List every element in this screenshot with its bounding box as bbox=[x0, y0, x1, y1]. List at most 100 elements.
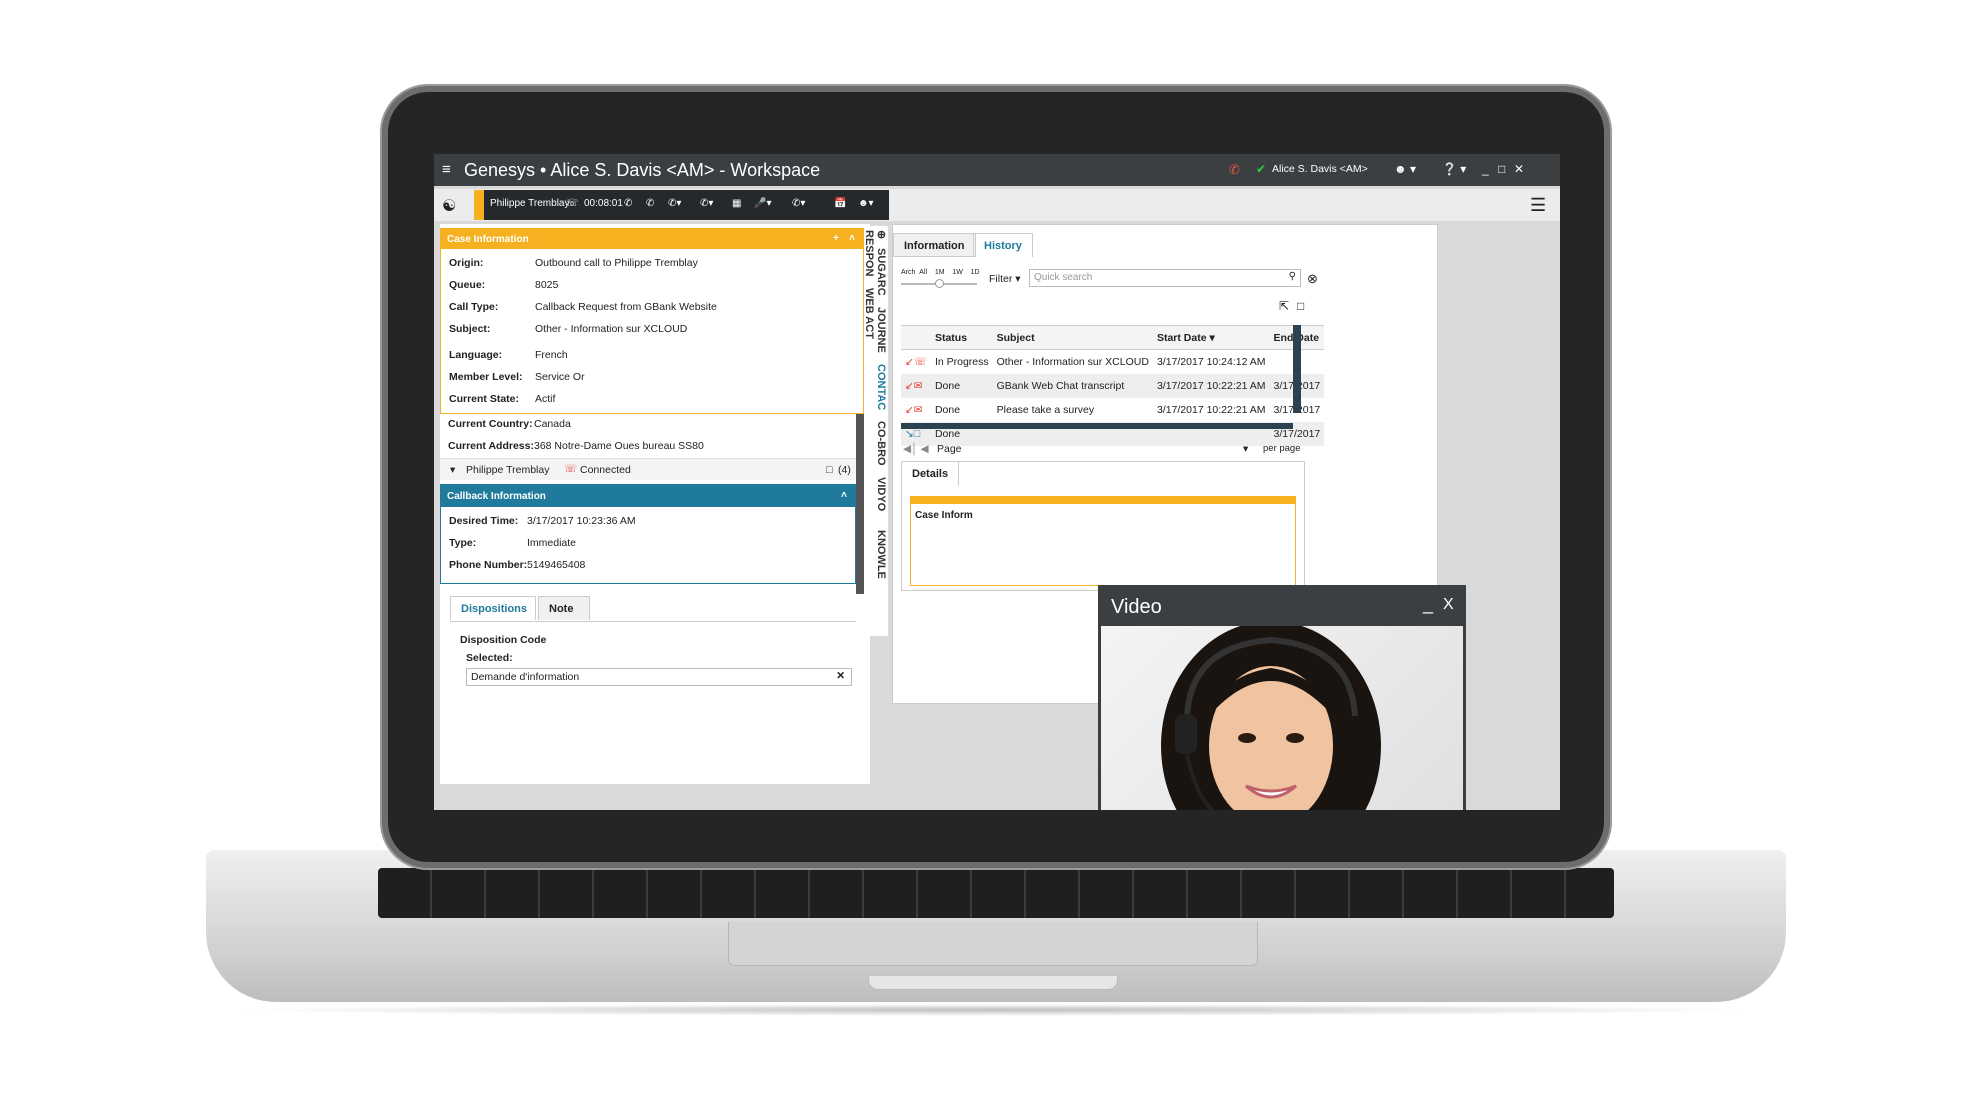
touchpad bbox=[728, 922, 1258, 966]
tab-dispositions[interactable]: Dispositions bbox=[450, 596, 536, 620]
chat-icon[interactable]: □ bbox=[826, 464, 832, 476]
workspace-screen: ≡ Genesys • Alice S. Davis <AM> - Worksp… bbox=[434, 154, 1560, 810]
column-status[interactable]: Status bbox=[931, 326, 993, 350]
table-row[interactable]: ↙☏ In Progress Other - Information sur XC… bbox=[901, 350, 1324, 374]
first-page-icon[interactable]: ◀│ ◀ bbox=[903, 443, 929, 455]
table-header: Status Subject Start Date ▾ End Date bbox=[901, 325, 1325, 350]
keyboard bbox=[378, 868, 1614, 918]
side-tab-cobro[interactable]: CO-BRO bbox=[875, 421, 887, 466]
title-label: Alice S. Davis <AM> - Workspace bbox=[550, 160, 821, 180]
tab-information[interactable]: Information bbox=[893, 233, 976, 257]
column-subject[interactable]: Subject bbox=[993, 326, 1153, 350]
main-menu-icon[interactable]: ☰ bbox=[1530, 195, 1546, 216]
clear-search-icon[interactable]: ⊗ bbox=[1307, 271, 1318, 287]
ready-status-icon: ✔ bbox=[1256, 162, 1267, 176]
filter-dropdown[interactable]: Filter ▾ bbox=[989, 273, 1021, 285]
remote-video-feed bbox=[1101, 621, 1463, 810]
side-tab-contac[interactable]: CONTAC bbox=[875, 364, 887, 410]
field-queue: Queue: 8025 bbox=[449, 279, 559, 291]
hold-call-icon[interactable]: ✆ bbox=[646, 196, 654, 212]
keypad-icon[interactable]: ▦ bbox=[732, 196, 741, 212]
selected-disposition-field[interactable]: Demande d'information ✕ bbox=[466, 668, 852, 686]
details-panel: Details Case Inform bbox=[901, 461, 1305, 591]
call-toolbar: Philippe Tremblay ☏ 00:08:01 ✆ ✆ ✆▾ ✆▾ ▦… bbox=[474, 190, 889, 220]
callback-info-title: Callback Information bbox=[447, 491, 546, 502]
help-icon[interactable]: ❔ ▾ bbox=[1442, 162, 1466, 176]
case-info-panel: Case Information + ˄ Origin: Outbound cal… bbox=[440, 228, 864, 414]
add-icon[interactable]: + bbox=[833, 233, 839, 244]
chat-icon: ↘□ bbox=[905, 427, 921, 440]
field-member-level: Member Level: Service Or bbox=[449, 371, 585, 383]
panel-scrollbar[interactable] bbox=[856, 414, 864, 594]
outbound-call-icon: ↙☏ bbox=[905, 355, 927, 368]
phone-alert-icon[interactable]: ✆ bbox=[1229, 162, 1240, 178]
restore-view-icon[interactable]: □ bbox=[1297, 299, 1304, 313]
per-page-dropdown[interactable]: ▾ bbox=[1243, 443, 1248, 455]
quick-search-input[interactable]: Quick search ⚲ bbox=[1029, 269, 1301, 287]
range-thumb[interactable] bbox=[935, 279, 944, 288]
consult-call-icon[interactable]: ✆▾ bbox=[792, 196, 805, 212]
party-status: Connected bbox=[580, 464, 631, 476]
email-icon: ↙✉ bbox=[905, 379, 923, 392]
disposition-tabs: Dispositions Note bbox=[450, 594, 856, 622]
end-call-icon[interactable]: ✆ bbox=[624, 196, 632, 212]
range-slider[interactable]: Arch All 1M 1W 1D bbox=[901, 269, 980, 276]
clear-icon[interactable]: ✕ bbox=[836, 670, 845, 682]
case-info-header: Case Information + ˄ bbox=[441, 229, 863, 249]
column-start-date[interactable]: Start Date ▾ bbox=[1153, 326, 1270, 350]
selected-disposition-value: Demande d'information bbox=[471, 671, 580, 683]
interaction-count: (4) bbox=[838, 464, 851, 476]
side-tab-vidyo[interactable]: VIDYO bbox=[875, 477, 887, 511]
tab-history[interactable]: History bbox=[973, 233, 1033, 257]
collapse-icon[interactable]: ˄ bbox=[841, 490, 847, 501]
details-case-panel: Case Inform bbox=[910, 496, 1296, 586]
video-title: Video bbox=[1111, 596, 1162, 618]
user-status-menu[interactable]: Alice S. Davis <AM> bbox=[1272, 163, 1368, 175]
expand-view-icon[interactable]: ⇱ bbox=[1279, 299, 1289, 313]
phone-connected-icon: ☏ bbox=[566, 198, 579, 209]
table-row[interactable]: ↙✉ Done GBank Web Chat transcript 3/17/201… bbox=[901, 373, 1325, 398]
expand-icon[interactable]: ▾ bbox=[450, 464, 455, 476]
tabs-settings-icon[interactable]: ⊕ bbox=[875, 230, 888, 239]
video-close-button[interactable]: X bbox=[1443, 596, 1454, 614]
side-tab-strip: ⊕ SUGARC JOURNE CONTAC CO-BRO VIDYO KNOW… bbox=[863, 226, 888, 636]
field-origin: Origin: Outbound call to Philippe Trembla… bbox=[449, 257, 698, 269]
horizontal-scrollbar[interactable] bbox=[901, 423, 1293, 429]
side-tab-knowle[interactable]: KNOWLE bbox=[875, 530, 887, 579]
maximize-button[interactable]: □ bbox=[1498, 162, 1505, 176]
support-icon[interactable]: ☯ bbox=[442, 196, 456, 216]
field-call-type: Call Type: Callback Request from GBank We… bbox=[449, 301, 717, 313]
schedule-callback-icon[interactable]: 📅 bbox=[834, 196, 846, 212]
side-tab-journe[interactable]: JOURNE bbox=[875, 307, 887, 353]
party-action-icon[interactable]: ☻▾ bbox=[858, 196, 874, 212]
window-title: Genesys • Alice S. Davis <AM> - Workspac… bbox=[464, 160, 821, 180]
transfer-call-icon[interactable]: ✆▾ bbox=[668, 196, 681, 212]
laptop-shadow bbox=[230, 1004, 1760, 1016]
per-page-label: per page bbox=[1263, 443, 1301, 454]
side-tab-respon[interactable]: RESPON bbox=[863, 230, 875, 276]
conference-call-icon[interactable]: ✆▾ bbox=[700, 196, 713, 212]
table-row[interactable]: ↙✉ Done Please take a survey 3/17/2017 10:… bbox=[901, 398, 1324, 422]
video-minimize-button[interactable]: _ bbox=[1423, 594, 1433, 615]
genesys-logo-icon: ≡ bbox=[442, 161, 451, 178]
selected-label: Selected: bbox=[466, 652, 513, 664]
microphone-icon[interactable]: 🎤▾ bbox=[754, 196, 771, 212]
field-phone-number: Phone Number:5149465408 bbox=[449, 559, 586, 571]
interaction-pane: Case Information + ˄ Origin: Outbound cal… bbox=[440, 224, 870, 784]
minimize-button[interactable]: _ bbox=[1482, 162, 1489, 176]
search-icon[interactable]: ⚲ bbox=[1289, 271, 1296, 282]
close-button[interactable]: ✕ bbox=[1514, 162, 1524, 176]
video-window: Video _ X bbox=[1098, 585, 1466, 810]
connected-phone-icon: ☏ bbox=[564, 463, 578, 475]
callback-info-header: Callback Information ˄ bbox=[441, 485, 855, 507]
email-icon: ↙✉ bbox=[905, 403, 923, 416]
side-tab-sugarc[interactable]: SUGARC bbox=[875, 248, 887, 296]
agent-headset-image bbox=[1161, 621, 1381, 810]
table-scrollbar[interactable] bbox=[1293, 325, 1301, 413]
side-tab-web-act[interactable]: WEB ACT bbox=[863, 288, 875, 339]
field-current-address: Current Address:368 Notre-Dame Oues bure… bbox=[448, 440, 704, 452]
agent-menu-icon[interactable]: ☻ ▾ bbox=[1394, 162, 1416, 176]
tab-note[interactable]: Note bbox=[538, 596, 590, 620]
collapse-icon[interactable]: ˄ bbox=[849, 233, 855, 244]
tab-details[interactable]: Details bbox=[902, 462, 960, 486]
